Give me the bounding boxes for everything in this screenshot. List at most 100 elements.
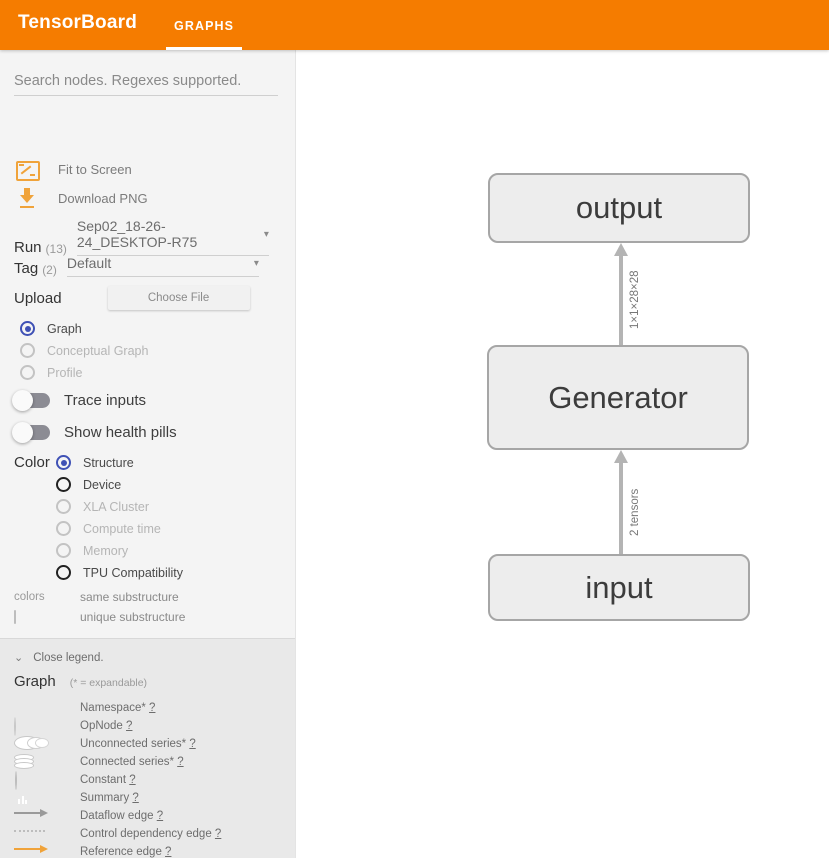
radio-color-structure[interactable]: Structure (56, 455, 134, 470)
radio-color-xla-cluster-indicator (56, 499, 71, 514)
legend-item-connected-series: Connected series* ? (14, 753, 184, 771)
opnode-icon (14, 717, 50, 736)
graph-canvas[interactable]: output 1×1×28×28 Generator 2 tensors inp… (296, 50, 829, 858)
tensorboard-app: TensorBoard GRAPHS Fit to Screen Downloa… (0, 0, 829, 858)
legend-item-label: Summary ? (80, 792, 139, 804)
colors-key-label: colors (14, 591, 45, 603)
dataflow-edge-icon (14, 808, 50, 824)
legend-item-label: Dataflow edge ? (80, 810, 164, 822)
radio-color-tpu-compatibility-indicator (56, 565, 71, 580)
radio-color-tpu-compatibility-label: TPU Compatibility (83, 565, 184, 580)
fit-to-screen-icon (14, 158, 40, 181)
colors-same-substructure-row: colors same substructure (14, 590, 179, 604)
graph-node-generator[interactable]: Generator (487, 345, 749, 450)
edge-label: 2 tensors (629, 488, 641, 536)
radio-color-compute-time-label: Compute time (83, 521, 161, 536)
upload-row: Upload Choose File (14, 286, 250, 310)
download-png-label: Download PNG (58, 190, 148, 206)
legend-item-summary: Summary ? (14, 789, 139, 807)
radio-graph[interactable]: Graph (20, 321, 82, 336)
run-selector[interactable]: Run (13) Sep02_18-26-24_DESKTOP-R75 ▾ (14, 218, 269, 256)
show-health-pills-label: Show health pills (64, 424, 177, 441)
run-label: Run (14, 239, 42, 256)
chevron-down-icon: ▾ (263, 228, 269, 240)
legend-item-opnode: OpNode ? (14, 717, 132, 736)
radio-graph-label: Graph (47, 321, 82, 336)
radio-color-device-indicator (56, 477, 71, 492)
graph-node-output[interactable]: output (488, 173, 750, 243)
run-count: (13) (45, 242, 67, 256)
legend-item-label: Control dependency edge ? (80, 828, 222, 840)
edge-label: 1×1×28×28 (629, 270, 641, 329)
constant-icon (14, 771, 50, 790)
legend-title: Graph (14, 673, 56, 690)
trace-inputs-label: Trace inputs (64, 392, 146, 409)
tag-label: Tag (14, 260, 39, 277)
legend-item-control-dependency-edge: Control dependency edge ? (14, 825, 221, 843)
choose-file-button[interactable]: Choose File (107, 286, 250, 310)
radio-profile-label: Profile (47, 365, 83, 380)
help-link[interactable]: ? (129, 774, 135, 786)
radio-color-tpu-compatibility[interactable]: TPU Compatibility (56, 565, 183, 580)
upload-label: Upload (14, 289, 62, 307)
namespace-icon (14, 700, 50, 716)
radio-color-compute-time-indicator (56, 521, 71, 536)
unconnected-series-icon (14, 736, 50, 752)
tab-graphs[interactable]: GRAPHS (160, 0, 248, 50)
connected-series-icon (14, 754, 50, 770)
unique-substructure-swatch (14, 610, 66, 624)
radio-color-device-label: Device (83, 477, 122, 492)
colors-unique-substructure-row: unique substructure (14, 610, 185, 624)
radio-color-structure-label: Structure (83, 455, 134, 470)
color-label: Color (14, 454, 50, 471)
help-link[interactable]: ? (157, 810, 163, 822)
download-png-button[interactable]: Download PNG (14, 187, 148, 209)
show-health-pills-switch[interactable] (12, 422, 50, 443)
run-value: Sep02_18-26-24_DESKTOP-R75 (76, 218, 198, 250)
graph-node-input[interactable]: input (488, 554, 750, 621)
legend-item-label: Constant ? (80, 774, 136, 786)
help-link[interactable]: ? (165, 846, 171, 858)
legend-header: Graph (* = expandable) (14, 673, 147, 690)
trace-inputs-switch[interactable] (12, 390, 50, 411)
help-link[interactable]: ? (215, 828, 221, 840)
reference-edge-icon (14, 844, 50, 858)
radio-profile-indicator (20, 365, 35, 380)
sidebar: Fit to Screen Download PNG Run (13) Sep0… (0, 50, 296, 858)
app-header: TensorBoard GRAPHS (0, 0, 829, 50)
arrow-head-icon (614, 450, 628, 463)
tag-selector[interactable]: Tag (2) Default ▾ (14, 255, 259, 277)
radio-color-device[interactable]: Device (56, 477, 121, 492)
close-legend-button[interactable]: ⌄ Close legend. (14, 652, 104, 664)
help-link[interactable]: ? (149, 702, 155, 714)
fit-to-screen-label: Fit to Screen (58, 161, 132, 177)
unique-substructure-label: unique substructure (80, 610, 186, 624)
legend-item-label: Reference edge ? (80, 846, 172, 858)
radio-color-memory: Memory (56, 543, 128, 558)
radio-graph-indicator (20, 321, 35, 336)
radio-color-memory-indicator (56, 543, 71, 558)
help-link[interactable]: ? (189, 738, 195, 750)
edge-shaft (619, 256, 623, 345)
toggle-trace-inputs[interactable]: Trace inputs (12, 390, 146, 411)
legend-item-unconnected-series: Unconnected series* ? (14, 735, 196, 753)
radio-profile: Profile (20, 365, 82, 380)
tag-dropdown[interactable]: Default ▾ (66, 255, 259, 277)
chevron-down-icon: ⌄ (14, 651, 24, 664)
chevron-down-icon: ▾ (253, 257, 259, 269)
toggle-show-health-pills[interactable]: Show health pills (12, 422, 177, 443)
tag-count: (2) (42, 263, 57, 277)
run-dropdown[interactable]: Sep02_18-26-24_DESKTOP-R75 ▾ (76, 218, 269, 256)
search-input[interactable] (14, 73, 278, 96)
edge-shaft (619, 463, 623, 554)
legend-item-label: Connected series* ? (80, 756, 184, 768)
help-link[interactable]: ? (132, 792, 138, 804)
control-dependency-edge-icon (14, 826, 50, 842)
radio-color-xla-cluster: XLA Cluster (56, 499, 149, 514)
help-link[interactable]: ? (177, 756, 183, 768)
legend-item-constant: Constant ? (14, 771, 136, 790)
help-link[interactable]: ? (126, 720, 132, 732)
download-icon (14, 187, 40, 209)
fit-to-screen-button[interactable]: Fit to Screen (14, 158, 132, 181)
app-brand: TensorBoard (18, 12, 138, 33)
